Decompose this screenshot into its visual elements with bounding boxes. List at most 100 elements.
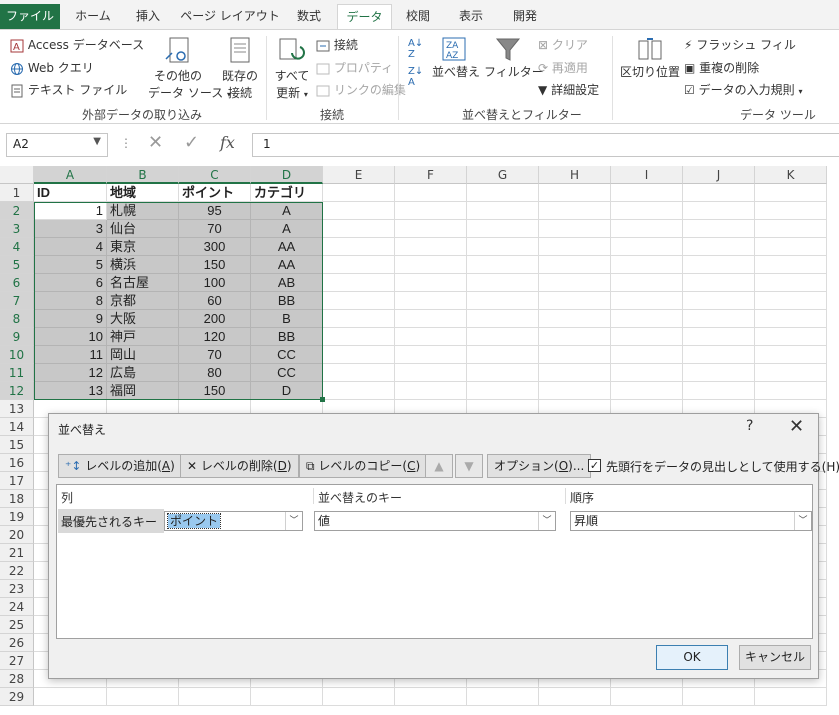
cell[interactable]	[323, 310, 395, 328]
row-header-15[interactable]: 15	[0, 436, 34, 454]
existing-connections-button[interactable]: 既存の 接続	[220, 35, 260, 101]
data-cell[interactable]: 9	[34, 310, 107, 328]
move-down-button[interactable]: ▼	[455, 454, 483, 478]
cell[interactable]	[467, 364, 539, 382]
cell[interactable]	[107, 688, 179, 706]
cell[interactable]	[683, 220, 755, 238]
row-header-10[interactable]: 10	[0, 346, 34, 364]
row-header-17[interactable]: 17	[0, 472, 34, 490]
cell[interactable]	[539, 346, 611, 364]
row-header-1[interactable]: 1	[0, 184, 34, 202]
column-header-i[interactable]: I	[611, 166, 683, 184]
cancel-entry-icon[interactable]: ✕	[148, 132, 163, 153]
data-validation-button[interactable]: ☑ データの入力規則 ▾	[684, 81, 802, 98]
data-cell[interactable]: 13	[34, 382, 107, 400]
cell[interactable]	[467, 202, 539, 220]
cell[interactable]	[683, 310, 755, 328]
cell[interactable]	[611, 292, 683, 310]
cell[interactable]	[467, 310, 539, 328]
column-header-g[interactable]: G	[467, 166, 539, 184]
cell[interactable]	[755, 688, 827, 706]
row-header-14[interactable]: 14	[0, 418, 34, 436]
row-header-18[interactable]: 18	[0, 490, 34, 508]
row-header-6[interactable]: 6	[0, 274, 34, 292]
data-cell[interactable]: AA	[251, 238, 323, 256]
data-cell[interactable]: A	[251, 202, 323, 220]
data-cell[interactable]: CC	[251, 364, 323, 382]
move-up-button[interactable]: ▲	[425, 454, 453, 478]
refresh-all-button[interactable]: すべて 更新 ▾	[272, 35, 312, 101]
cell[interactable]	[467, 382, 539, 400]
cell[interactable]	[323, 382, 395, 400]
cell[interactable]	[395, 688, 467, 706]
data-cell[interactable]: 神戸	[107, 328, 179, 346]
tab-home[interactable]: ホーム	[68, 4, 118, 29]
access-button[interactable]: A Access データベース	[10, 36, 144, 53]
tab-page-layout[interactable]: ページ レイアウト	[180, 4, 280, 29]
cell[interactable]	[611, 274, 683, 292]
order-select[interactable]: 昇順 ﹀	[570, 511, 812, 531]
row-header-4[interactable]: 4	[0, 238, 34, 256]
tab-review[interactable]: 校閲	[398, 4, 438, 29]
cancel-button[interactable]: キャンセル	[739, 645, 811, 670]
sort-on-select[interactable]: 値 ﹀	[314, 511, 556, 531]
column-header-h[interactable]: H	[539, 166, 611, 184]
cell[interactable]	[755, 184, 827, 202]
cell[interactable]	[467, 256, 539, 274]
cell[interactable]	[539, 202, 611, 220]
cell[interactable]	[755, 346, 827, 364]
cell[interactable]	[395, 364, 467, 382]
cell[interactable]	[755, 238, 827, 256]
cell[interactable]	[395, 346, 467, 364]
cell[interactable]	[323, 346, 395, 364]
data-cell[interactable]: 11	[34, 346, 107, 364]
cell[interactable]	[467, 346, 539, 364]
row-header-20[interactable]: 20	[0, 526, 34, 544]
cell[interactable]	[683, 328, 755, 346]
data-cell[interactable]: B	[251, 310, 323, 328]
row-header-28[interactable]: 28	[0, 670, 34, 688]
row-header-19[interactable]: 19	[0, 508, 34, 526]
cell[interactable]	[611, 220, 683, 238]
row-header-9[interactable]: 9	[0, 328, 34, 346]
flash-fill-button[interactable]: ⚡ フラッシュ フィル	[684, 36, 796, 53]
data-cell[interactable]: 300	[179, 238, 251, 256]
cell[interactable]	[683, 184, 755, 202]
column-header-f[interactable]: F	[395, 166, 467, 184]
insert-function-icon[interactable]: fx	[220, 133, 235, 152]
data-cell[interactable]: 70	[179, 220, 251, 238]
column-header-j[interactable]: J	[683, 166, 755, 184]
cell[interactable]	[683, 346, 755, 364]
ok-button[interactable]: OK	[656, 645, 728, 670]
cell[interactable]	[467, 688, 539, 706]
cell[interactable]	[539, 256, 611, 274]
cell[interactable]	[611, 346, 683, 364]
cell[interactable]	[323, 292, 395, 310]
cell[interactable]	[539, 310, 611, 328]
cell[interactable]	[755, 274, 827, 292]
cell[interactable]	[395, 220, 467, 238]
text-to-columns-button[interactable]: 区切り位置	[620, 35, 680, 80]
data-cell[interactable]: 京都	[107, 292, 179, 310]
cell[interactable]	[251, 688, 323, 706]
cell[interactable]	[323, 274, 395, 292]
cell[interactable]	[395, 274, 467, 292]
data-cell[interactable]: 100	[179, 274, 251, 292]
header-cell[interactable]: 地域	[107, 184, 179, 202]
data-cell[interactable]: BB	[251, 328, 323, 346]
cell[interactable]	[467, 274, 539, 292]
row-header-21[interactable]: 21	[0, 544, 34, 562]
row-header-2[interactable]: 2	[0, 202, 34, 220]
column-header-d[interactable]: D	[251, 166, 323, 184]
cell[interactable]	[683, 238, 755, 256]
sort-descending-button[interactable]: Z↓ A	[408, 66, 423, 88]
data-cell[interactable]: 5	[34, 256, 107, 274]
cell[interactable]	[323, 238, 395, 256]
row-header-24[interactable]: 24	[0, 598, 34, 616]
cell[interactable]	[683, 688, 755, 706]
data-cell[interactable]: 6	[34, 274, 107, 292]
cell[interactable]	[395, 256, 467, 274]
tab-view[interactable]: 表示	[450, 4, 492, 29]
cell[interactable]	[539, 292, 611, 310]
row-header-7[interactable]: 7	[0, 292, 34, 310]
